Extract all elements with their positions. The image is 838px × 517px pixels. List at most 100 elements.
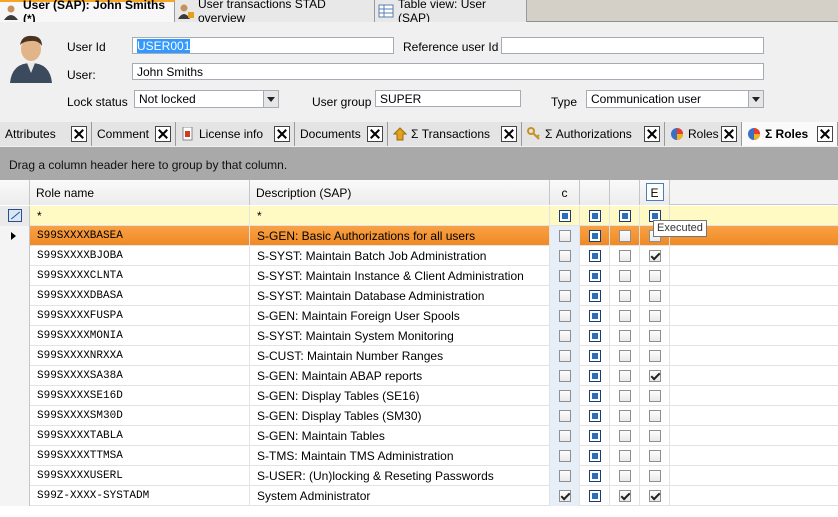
- col5-cell[interactable]: [610, 446, 640, 466]
- col4-checkbox[interactable]: [589, 410, 601, 422]
- table-row[interactable]: S99SXXXXSM30D S-GEN: Display Tables (SM30…: [0, 406, 838, 426]
- reference-user-input[interactable]: [501, 37, 764, 54]
- tab-roles[interactable]: Roles: [665, 122, 742, 146]
- close-icon[interactable]: [274, 126, 290, 142]
- e-cell[interactable]: [640, 386, 670, 406]
- row-indicator[interactable]: [0, 426, 30, 446]
- c-checkbox[interactable]: [559, 390, 571, 402]
- c-checkbox[interactable]: [559, 450, 571, 462]
- col4-cell[interactable]: [580, 446, 610, 466]
- tab-sum-transactions[interactable]: Σ Transactions: [388, 122, 522, 146]
- e-checkbox[interactable]: [649, 430, 661, 442]
- c-checkbox[interactable]: [559, 250, 571, 262]
- column-header-col5[interactable]: [610, 180, 640, 205]
- e-cell[interactable]: [640, 246, 670, 266]
- col4-checkbox[interactable]: [589, 250, 601, 262]
- col4-checkbox[interactable]: [589, 270, 601, 282]
- c-cell[interactable]: [550, 226, 580, 246]
- c-checkbox[interactable]: [559, 290, 571, 302]
- close-icon[interactable]: [367, 126, 383, 142]
- e-cell[interactable]: [640, 426, 670, 446]
- row-indicator[interactable]: [0, 346, 30, 366]
- close-icon[interactable]: [721, 126, 737, 142]
- table-row[interactable]: S99SXXXXDBASA S-SYST: Maintain Database A…: [0, 286, 838, 306]
- c-checkbox[interactable]: [559, 410, 571, 422]
- filter-row[interactable]: * *: [0, 206, 838, 226]
- table-row[interactable]: S99SXXXXMONIA S-SYST: Maintain System Mon…: [0, 326, 838, 346]
- e-cell[interactable]: [640, 466, 670, 486]
- col4-cell[interactable]: [580, 266, 610, 286]
- filter-checkbox[interactable]: [559, 210, 571, 222]
- tab-comment[interactable]: Comment: [92, 122, 176, 146]
- col4-checkbox[interactable]: [589, 470, 601, 482]
- close-icon[interactable]: [817, 126, 833, 142]
- table-row[interactable]: S99SXXXXBJOBA S-SYST: Maintain Batch Job …: [0, 246, 838, 266]
- close-icon[interactable]: [71, 126, 87, 142]
- col4-cell[interactable]: [580, 426, 610, 446]
- col5-checkbox[interactable]: [619, 490, 631, 502]
- tab-license-info[interactable]: License info: [176, 122, 295, 146]
- column-header-description[interactable]: Description (SAP): [250, 180, 550, 205]
- close-icon[interactable]: [644, 126, 660, 142]
- col5-cell[interactable]: [610, 406, 640, 426]
- col4-checkbox[interactable]: [589, 490, 601, 502]
- col4-cell[interactable]: [580, 346, 610, 366]
- c-cell[interactable]: [550, 266, 580, 286]
- tab-documents[interactable]: Documents: [295, 122, 388, 146]
- c-cell[interactable]: [550, 246, 580, 266]
- e-cell[interactable]: [640, 446, 670, 466]
- col5-checkbox[interactable]: [619, 410, 631, 422]
- doc-tab-user-transactions[interactable]: User transactions STAD overview: [175, 0, 375, 25]
- type-dropdown[interactable]: Communication user: [586, 90, 764, 108]
- chevron-down-icon[interactable]: [263, 91, 278, 107]
- col5-checkbox[interactable]: [619, 370, 631, 382]
- col5-checkbox[interactable]: [619, 230, 631, 242]
- col5-cell[interactable]: [610, 286, 640, 306]
- col5-checkbox[interactable]: [619, 350, 631, 362]
- user-id-input[interactable]: USER001: [132, 37, 394, 54]
- e-cell[interactable]: [640, 326, 670, 346]
- col5-cell[interactable]: [610, 326, 640, 346]
- col4-checkbox[interactable]: [589, 350, 601, 362]
- col4-checkbox[interactable]: [589, 310, 601, 322]
- row-indicator[interactable]: [0, 306, 30, 326]
- col4-checkbox[interactable]: [589, 450, 601, 462]
- col5-cell[interactable]: [610, 346, 640, 366]
- col5-checkbox[interactable]: [619, 450, 631, 462]
- e-checkbox[interactable]: [649, 450, 661, 462]
- col5-cell[interactable]: [610, 306, 640, 326]
- c-cell[interactable]: [550, 406, 580, 426]
- col5-checkbox[interactable]: [619, 330, 631, 342]
- e-checkbox[interactable]: [649, 330, 661, 342]
- e-checkbox[interactable]: [649, 370, 661, 382]
- col4-cell[interactable]: [580, 286, 610, 306]
- filter-checkbox[interactable]: [619, 210, 631, 222]
- e-checkbox[interactable]: [649, 310, 661, 322]
- filter-row-indicator[interactable]: [0, 206, 30, 226]
- col5-cell[interactable]: [610, 426, 640, 446]
- user-name-input[interactable]: John Smiths: [132, 63, 764, 80]
- e-checkbox[interactable]: [649, 290, 661, 302]
- col5-checkbox[interactable]: [619, 430, 631, 442]
- table-row[interactable]: S99SXXXXCLNTA S-SYST: Maintain Instance &…: [0, 266, 838, 286]
- col4-checkbox[interactable]: [589, 390, 601, 402]
- c-cell[interactable]: [550, 326, 580, 346]
- col5-checkbox[interactable]: [619, 270, 631, 282]
- col5-cell[interactable]: [610, 366, 640, 386]
- row-indicator[interactable]: [0, 246, 30, 266]
- col5-cell[interactable]: [610, 246, 640, 266]
- c-cell[interactable]: [550, 366, 580, 386]
- filter-col4-cell[interactable]: [580, 206, 610, 226]
- row-indicator[interactable]: [0, 326, 30, 346]
- row-indicator[interactable]: [0, 386, 30, 406]
- c-cell[interactable]: [550, 446, 580, 466]
- row-indicator[interactable]: [0, 406, 30, 426]
- c-checkbox[interactable]: [559, 470, 571, 482]
- row-indicator[interactable]: [0, 286, 30, 306]
- col5-checkbox[interactable]: [619, 470, 631, 482]
- e-checkbox[interactable]: [649, 470, 661, 482]
- close-icon[interactable]: [501, 126, 517, 142]
- col5-checkbox[interactable]: [619, 250, 631, 262]
- c-checkbox[interactable]: [559, 330, 571, 342]
- col4-cell[interactable]: [580, 326, 610, 346]
